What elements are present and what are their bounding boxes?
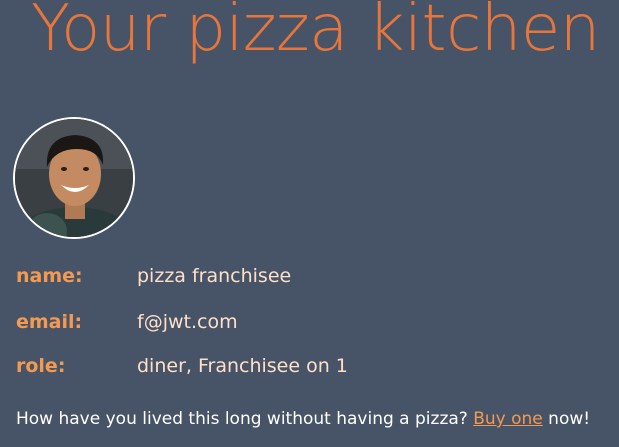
profile-name-row: name: pizza franchisee: [16, 262, 291, 290]
buy-prompt: How have you lived this long without hav…: [16, 406, 590, 432]
name-value: pizza franchisee: [137, 265, 292, 287]
avatar: [13, 117, 135, 239]
buy-prompt-text: How have you lived this long without hav…: [16, 409, 474, 429]
name-label: name:: [16, 265, 83, 287]
role-value: diner, Franchisee on 1: [137, 355, 348, 377]
user-photo-icon: [15, 119, 133, 237]
profile-email-row: email: f@jwt.com: [16, 308, 238, 336]
email-label: email:: [16, 311, 83, 333]
email-value: f@jwt.com: [137, 311, 238, 333]
buy-prompt-suffix: now!: [542, 409, 591, 429]
page-title: Your pizza kitchen: [31, 0, 600, 66]
buy-one-link[interactable]: Buy one: [473, 409, 543, 429]
role-label: role:: [16, 355, 66, 377]
profile-role-row: role: diner, Franchisee on 1: [16, 352, 348, 380]
